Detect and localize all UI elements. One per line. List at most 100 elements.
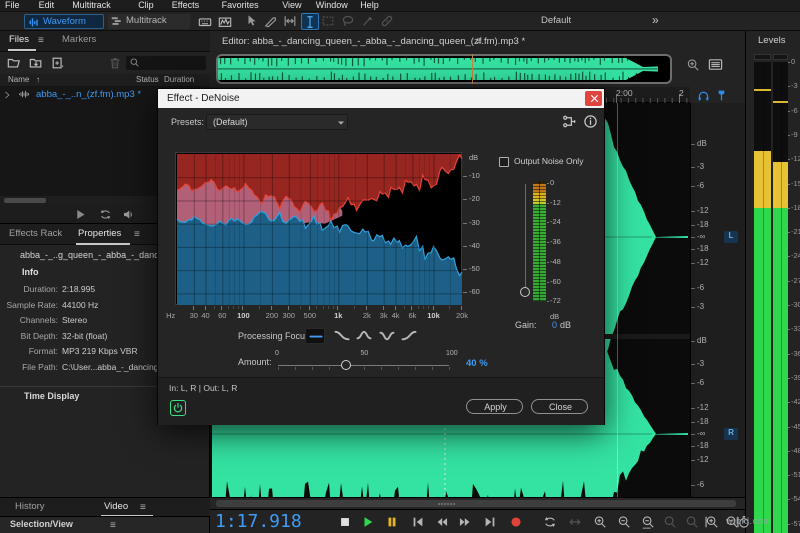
zoom-out-icon[interactable] xyxy=(617,515,631,529)
menu-item-help[interactable]: Help xyxy=(360,1,379,11)
open-folder-icon[interactable] xyxy=(7,56,21,70)
col-status[interactable]: Status xyxy=(136,76,159,85)
insert-multitrack-icon[interactable] xyxy=(84,56,98,70)
tool-time-selection-tool[interactable] xyxy=(301,13,319,30)
preview-loop-icon[interactable] xyxy=(216,401,230,415)
overview-zoom-icon[interactable] xyxy=(686,58,700,72)
apply-button[interactable]: Apply xyxy=(466,399,523,414)
col-name[interactable]: Name xyxy=(8,76,29,85)
amount-slider-track[interactable] xyxy=(278,365,449,366)
menu-item-view[interactable]: View xyxy=(282,1,301,11)
tool-spot-healing-brush-tool[interactable] xyxy=(379,13,397,30)
zoom-disabled-b-icon[interactable] xyxy=(685,515,699,529)
stop-icon[interactable] xyxy=(338,515,352,529)
fast-forward-icon[interactable] xyxy=(458,515,472,529)
properties-menu-icon[interactable]: ≡ xyxy=(134,229,140,240)
tab-multitrack[interactable]: Multitrack xyxy=(108,14,190,29)
info-section-title[interactable]: Info xyxy=(22,268,39,278)
zoom-disabled-a-icon[interactable] xyxy=(663,515,677,529)
selection-view-menu-icon[interactable]: ≡ xyxy=(110,520,116,531)
amount-slider-handle[interactable] xyxy=(341,360,351,370)
menu-item-favorites[interactable]: Favorites xyxy=(222,1,259,11)
menu-item-effects[interactable]: Effects xyxy=(172,1,199,11)
marker-pin-icon[interactable] xyxy=(715,89,728,102)
editor-menu-icon[interactable]: ≡ xyxy=(476,36,482,47)
focus-mode-full-band[interactable] xyxy=(305,328,325,344)
loop-playback-icon[interactable] xyxy=(99,208,112,221)
loop-playback-icon[interactable] xyxy=(543,515,557,529)
tool-move-tool[interactable] xyxy=(244,13,262,30)
workspace-chevrons[interactable]: » xyxy=(652,14,659,27)
time-display[interactable]: 1:17.918 xyxy=(215,512,302,532)
menu-item-multitrack[interactable]: Multitrack xyxy=(72,1,111,11)
speaker-icon[interactable] xyxy=(122,208,135,221)
focus-mode-notch[interactable] xyxy=(377,328,397,344)
tool-razor-tool[interactable] xyxy=(263,13,281,30)
rewind-icon[interactable] xyxy=(435,515,449,529)
move-playhead-disabled-icon[interactable] xyxy=(568,515,582,529)
skip-to-start-icon[interactable] xyxy=(411,515,425,529)
info-icon[interactable] xyxy=(583,114,598,129)
tab-markers[interactable]: Markers xyxy=(62,35,96,45)
overview-navigator[interactable] xyxy=(216,54,672,84)
zoom-out-full-icon[interactable] xyxy=(641,515,655,529)
record-icon[interactable] xyxy=(509,515,523,529)
files-scrollbar-handle[interactable] xyxy=(4,198,46,203)
keyboard-icon[interactable] xyxy=(198,15,212,29)
display-mode-icon[interactable] xyxy=(708,57,723,72)
close-button[interactable]: Close xyxy=(531,399,588,414)
files-panel-menu-icon[interactable]: ≡ xyxy=(38,35,44,46)
play-icon[interactable] xyxy=(74,208,87,221)
play-icon[interactable] xyxy=(361,515,375,529)
tab-waveform[interactable]: Waveform xyxy=(24,14,104,29)
focus-mode-low-shelf[interactable] xyxy=(332,328,352,344)
headphone-icon[interactable] xyxy=(697,89,710,102)
editor-scrollbar[interactable] xyxy=(210,497,745,509)
tab-effects-rack[interactable]: Effects Rack xyxy=(9,229,62,239)
tab-video[interactable]: Video xyxy=(104,502,128,512)
tool-marquee-selection-tool[interactable] xyxy=(320,13,338,30)
time-display-chevron-icon[interactable] xyxy=(6,391,16,401)
tab-history[interactable]: History xyxy=(15,502,45,512)
workspace-label[interactable]: Default xyxy=(541,16,571,26)
zoom-in-icon[interactable] xyxy=(593,515,607,529)
spectral-display-icon[interactable] xyxy=(218,15,232,29)
menu-item-edit[interactable]: Edit xyxy=(39,1,55,11)
denoise-graph[interactable] xyxy=(176,153,461,304)
trash-icon[interactable] xyxy=(108,56,122,70)
menu-item-file[interactable]: File xyxy=(5,1,20,11)
menu-item-window[interactable]: Window xyxy=(316,1,348,11)
dialog-title-bar[interactable]: Effect - DeNoise xyxy=(158,89,604,108)
effect-power-button[interactable] xyxy=(170,400,186,416)
tab-properties[interactable]: Properties xyxy=(78,229,121,239)
skip-to-end-icon[interactable] xyxy=(483,515,497,529)
time-display-title[interactable]: Time Display xyxy=(24,392,79,402)
video-menu-icon[interactable]: ≡ xyxy=(140,502,146,513)
menu-item-clip[interactable]: Clip xyxy=(138,1,154,11)
preset-select[interactable]: (Default) xyxy=(206,114,348,130)
search-box[interactable] xyxy=(126,56,206,70)
editor-scrollbar-handle[interactable] xyxy=(216,500,736,507)
gain-slider-track[interactable] xyxy=(525,184,526,292)
new-item-icon[interactable] xyxy=(51,56,65,70)
tool-paintbrush-tool[interactable] xyxy=(360,13,378,30)
col-duration[interactable]: Duration xyxy=(164,76,194,85)
tab-files[interactable]: Files xyxy=(9,35,29,45)
chevron-right-icon[interactable] xyxy=(2,90,12,100)
zoom-to-in-point-icon[interactable] xyxy=(705,515,719,529)
tool-lasso-selection-tool[interactable] xyxy=(340,13,358,30)
favorite-star-icon[interactable] xyxy=(404,113,420,129)
info-chevron-down-icon[interactable] xyxy=(6,267,16,277)
import-files-icon[interactable] xyxy=(29,56,43,70)
delete-preset-icon[interactable] xyxy=(381,114,396,129)
focus-mode-bell[interactable] xyxy=(354,328,374,344)
channel-map-icon[interactable] xyxy=(562,114,577,129)
dialog-close-button[interactable] xyxy=(585,91,602,106)
output-noise-only-checkbox[interactable] xyxy=(499,157,509,167)
preview-play-icon[interactable] xyxy=(195,401,209,415)
pause-icon[interactable] xyxy=(385,515,399,529)
gain-slider-handle[interactable] xyxy=(520,287,530,297)
tool-slip-tool[interactable] xyxy=(282,13,300,30)
focus-mode-high-shelf[interactable] xyxy=(399,328,419,344)
save-preset-icon[interactable] xyxy=(358,114,373,129)
